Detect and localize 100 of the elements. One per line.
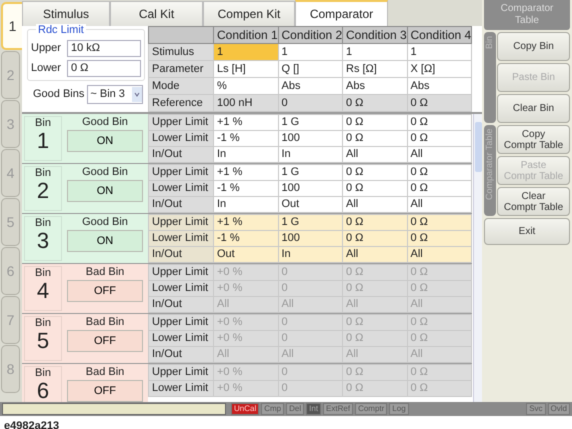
table-cell[interactable]: 0 Ω: [407, 230, 472, 246]
row-label: Lower Limit: [148, 130, 214, 146]
menu-button[interactable]: Copy Bin: [497, 32, 570, 61]
table-cell[interactable]: -1 %: [214, 230, 278, 246]
table-cell[interactable]: 100: [278, 180, 342, 196]
table-cell[interactable]: 0 Ω: [342, 180, 407, 196]
table-cell[interactable]: In: [278, 246, 342, 262]
dropdown[interactable]: ~ Bin 3: [87, 84, 144, 104]
menu-button[interactable]: Clear Comptr Table: [497, 187, 570, 216]
table-cell[interactable]: All: [342, 246, 407, 262]
bin-number: 6: [36, 378, 50, 402]
table-cell[interactable]: -1 %: [214, 130, 278, 146]
bin-state-button[interactable]: ON: [67, 230, 143, 252]
table-cell[interactable]: Out: [214, 246, 278, 262]
table-cell[interactable]: 0 Ω: [407, 130, 472, 146]
row-label: Stimulus: [148, 43, 214, 60]
table-cell[interactable]: 1 G: [278, 214, 342, 230]
group-title: Rdc Limit: [36, 24, 86, 36]
row-label: Upper Limit: [148, 364, 214, 380]
row-label: Lower Limit: [148, 330, 214, 346]
table-cell[interactable]: +1 %: [214, 214, 278, 230]
table-cell[interactable]: Ls [H]: [214, 60, 278, 78]
bin-state-button[interactable]: ON: [67, 130, 143, 152]
tab[interactable]: Compen Kit: [203, 1, 295, 26]
row-label: Parameter: [148, 60, 214, 78]
status-indicator: Cmp: [261, 403, 284, 415]
bin-label: Bin: [35, 166, 51, 179]
bin-number: 2: [36, 178, 50, 203]
table-cell[interactable]: Abs: [342, 77, 407, 94]
table-cell[interactable]: 0 Ω: [342, 164, 407, 180]
row-label: Lower Limit: [148, 380, 214, 396]
table-cell[interactable]: In: [214, 196, 278, 212]
table-cell[interactable]: 1: [278, 43, 342, 60]
column-header: Condition 1: [214, 26, 278, 44]
table-cell[interactable]: 0: [278, 94, 342, 112]
table-cell[interactable]: 0 Ω: [407, 94, 472, 112]
table-cell[interactable]: All: [407, 196, 472, 212]
input-field[interactable]: 0 Ω: [67, 60, 141, 77]
menu-title: Comparator Table: [484, 0, 570, 30]
tab[interactable]: Comparator: [295, 0, 388, 26]
tab[interactable]: Stimulus: [22, 1, 110, 26]
table-cell[interactable]: X [Ω]: [407, 60, 472, 78]
table-cell[interactable]: All: [342, 146, 407, 162]
table-cell[interactable]: 0 Ω: [407, 214, 472, 230]
table-cell[interactable]: All: [407, 246, 472, 262]
table-cell[interactable]: 1: [407, 43, 472, 60]
table-cell[interactable]: +1 %: [214, 114, 278, 130]
table-cell[interactable]: 0 Ω: [342, 130, 407, 146]
field-label: Lower: [31, 62, 62, 74]
table-cell[interactable]: 1: [342, 43, 407, 60]
bin-label: Bin: [35, 116, 51, 129]
table-cell[interactable]: 100: [278, 230, 342, 246]
bin-label: Bin: [35, 266, 51, 279]
table-cell[interactable]: Abs: [278, 77, 342, 94]
table-cell[interactable]: 1 G: [278, 114, 342, 130]
table-cell[interactable]: 0 Ω: [342, 94, 407, 112]
exit-button[interactable]: Exit: [484, 218, 570, 245]
menu-button[interactable]: Copy Comptr Table: [497, 125, 570, 154]
bin-type: Bad Bin: [86, 266, 124, 278]
status-indicator: ExtRef: [323, 403, 354, 415]
tab[interactable]: Cal Kit: [110, 1, 203, 26]
input-field[interactable]: 10 kΩ: [67, 40, 141, 57]
menu-button[interactable]: Clear Bin: [497, 94, 570, 123]
table-cell[interactable]: 0 Ω: [342, 114, 407, 130]
column-header: Condition 3: [342, 26, 407, 44]
bin-type: Bad Bin: [86, 366, 124, 378]
row-label: Lower Limit: [148, 180, 214, 196]
scrollbar[interactable]: [473, 114, 482, 402]
table-cell[interactable]: All: [342, 196, 407, 212]
row-label: Reference: [148, 94, 214, 112]
table-cell[interactable]: All: [407, 146, 472, 162]
table-cell[interactable]: +1 %: [214, 164, 278, 180]
channel-tab[interactable]: 1: [1, 2, 22, 50]
table-cell[interactable]: %: [214, 77, 278, 94]
table-cell[interactable]: -1 %: [214, 180, 278, 196]
bin-type: Bad Bin: [86, 316, 124, 328]
table-cell[interactable]: 100: [278, 130, 342, 146]
table-cell[interactable]: In: [278, 146, 342, 162]
table-cell[interactable]: Q []: [278, 60, 342, 78]
bin-label: Bin: [35, 366, 51, 379]
row-label: In/Out: [148, 246, 214, 262]
table-cell[interactable]: In: [214, 146, 278, 162]
table-cell[interactable]: 1: [214, 43, 278, 60]
table-cell[interactable]: Out: [278, 196, 342, 212]
table-cell[interactable]: 0 Ω: [407, 164, 472, 180]
table-cell[interactable]: 0 Ω: [407, 180, 472, 196]
table-cell[interactable]: 1 G: [278, 164, 342, 180]
bin-state-button[interactable]: ON: [67, 180, 143, 202]
row-label: In/Out: [148, 296, 214, 312]
table-cell[interactable]: 100 nH: [214, 94, 278, 112]
table-cell[interactable]: Abs: [407, 77, 472, 94]
table-cell[interactable]: 0 Ω: [342, 214, 407, 230]
table-cell[interactable]: 0 Ω: [342, 230, 407, 246]
field-label: Good Bins: [33, 88, 84, 100]
bin-number: 5: [36, 328, 50, 353]
status-indicator: Ovld: [548, 403, 570, 415]
column-header: Condition 4: [407, 26, 472, 44]
caret-icon: [132, 86, 142, 102]
table-cell[interactable]: Rs [Ω]: [342, 60, 407, 78]
table-cell[interactable]: 0 Ω: [407, 114, 472, 130]
